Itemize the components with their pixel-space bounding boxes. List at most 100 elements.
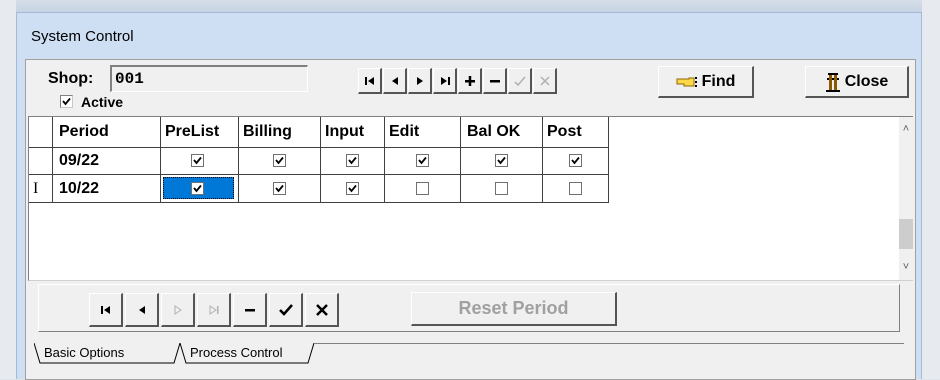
- row-period-cell[interactable]: 10/22: [53, 175, 161, 203]
- billing-checkbox[interactable]: [273, 154, 286, 167]
- check-icon: [348, 184, 357, 193]
- period-grid[interactable]: Period PreList Billing Input Edit Bal OK…: [28, 116, 913, 281]
- column-header-period[interactable]: Period: [53, 117, 161, 148]
- row-billing-cell[interactable]: [239, 175, 321, 203]
- prelist-checkbox[interactable]: [191, 154, 204, 167]
- delete-record-button[interactable]: [483, 68, 507, 94]
- row-billing-cell[interactable]: [239, 148, 321, 175]
- grid-corner: [29, 117, 53, 148]
- tab-process-control[interactable]: Process Control: [190, 343, 282, 364]
- first-period-button[interactable]: [89, 293, 123, 327]
- last-record-button[interactable]: [433, 68, 457, 94]
- next-record-icon: [416, 76, 423, 85]
- minus-icon: [244, 308, 255, 311]
- first-record-button[interactable]: [358, 68, 382, 94]
- scroll-up-icon[interactable]: ˄: [899, 121, 913, 137]
- post-edit-button[interactable]: [508, 68, 532, 94]
- window-title: System Control: [31, 28, 134, 45]
- edit-checkbox[interactable]: [416, 182, 429, 195]
- row-edit-cell[interactable]: [385, 148, 461, 175]
- last-record-disabled-icon: [209, 304, 218, 315]
- minus-icon: [489, 79, 500, 82]
- pointing-hand-icon: [676, 76, 697, 87]
- check-icon: [275, 184, 284, 193]
- tab-baseline: [314, 343, 904, 344]
- check-icon: [571, 156, 580, 165]
- cancel-disabled-icon: [539, 75, 550, 86]
- prior-record-icon: [391, 76, 398, 85]
- close-button[interactable]: Close: [805, 66, 909, 98]
- prior-period-button[interactable]: [125, 293, 159, 327]
- column-header-billing[interactable]: Billing: [239, 117, 321, 148]
- row-bal-ok-cell[interactable]: [461, 175, 543, 203]
- prior-record-icon: [138, 305, 145, 314]
- bal-ok-checkbox[interactable]: [495, 182, 508, 195]
- column-header-prelist[interactable]: PreList: [161, 117, 239, 148]
- plus-icon: [464, 75, 475, 86]
- column-header-edit[interactable]: Edit: [385, 117, 461, 148]
- row-edit-cell[interactable]: [385, 175, 461, 203]
- delete-period-button[interactable]: [233, 293, 267, 327]
- post-period-button[interactable]: [269, 293, 303, 327]
- row-post-cell[interactable]: [543, 148, 609, 175]
- shop-label: Shop:: [48, 70, 94, 87]
- close-x-icon: [315, 303, 328, 316]
- check-icon: [348, 156, 357, 165]
- active-checkbox-box[interactable]: [60, 95, 73, 108]
- checkmark-disabled-icon: [513, 76, 526, 86]
- row-prelist-cell-selected[interactable]: [161, 175, 239, 203]
- row-post-cell[interactable]: [543, 175, 609, 203]
- shop-input[interactable]: 001: [110, 65, 308, 92]
- active-label: Active: [81, 94, 124, 110]
- current-row-indicator: I: [29, 175, 53, 203]
- exit-door-icon: [825, 72, 840, 92]
- last-record-icon: [440, 76, 450, 85]
- input-checkbox[interactable]: [346, 154, 359, 167]
- find-label: Find: [701, 72, 736, 90]
- tab-basic-options[interactable]: Basic Options: [44, 343, 124, 364]
- system-control-window: System Control Shop: 001 Active Find Clo…: [16, 12, 922, 380]
- vertical-scrollbar[interactable]: ˄ ˅: [899, 117, 913, 280]
- column-header-input[interactable]: Input: [321, 117, 385, 148]
- row-input-cell[interactable]: [321, 148, 385, 175]
- prelist-checkbox[interactable]: [191, 182, 204, 195]
- find-button[interactable]: Find: [658, 66, 754, 98]
- row-input-cell[interactable]: [321, 175, 385, 203]
- cancel-period-button[interactable]: [305, 293, 339, 327]
- background-left: [0, 0, 16, 379]
- check-icon: [275, 156, 284, 165]
- last-period-button[interactable]: [197, 293, 231, 327]
- next-record-disabled-icon: [174, 304, 182, 315]
- column-header-bal-ok[interactable]: Bal OK: [461, 117, 543, 148]
- checkmark-icon: [278, 303, 293, 316]
- check-icon: [497, 156, 506, 165]
- reset-period-button[interactable]: Reset Period: [411, 292, 617, 326]
- input-checkbox[interactable]: [346, 182, 359, 195]
- check-icon: [193, 156, 202, 165]
- edit-checkbox[interactable]: [416, 154, 429, 167]
- billing-checkbox[interactable]: [273, 182, 286, 195]
- column-header-post[interactable]: Post: [543, 117, 609, 148]
- first-record-icon: [364, 76, 374, 85]
- row-bal-ok-cell[interactable]: [461, 148, 543, 175]
- first-record-icon: [100, 305, 110, 314]
- check-icon: [418, 156, 427, 165]
- insert-record-button[interactable]: [458, 68, 482, 94]
- scroll-down-icon[interactable]: ˅: [899, 259, 913, 275]
- cancel-edit-button[interactable]: [533, 68, 557, 94]
- background-top: [0, 0, 940, 12]
- prior-record-button[interactable]: [383, 68, 407, 94]
- check-icon: [62, 97, 71, 106]
- bal-ok-checkbox[interactable]: [495, 154, 508, 167]
- post-checkbox[interactable]: [569, 182, 582, 195]
- next-period-button[interactable]: [161, 293, 195, 327]
- scroll-thumb[interactable]: [899, 219, 913, 249]
- row-indicator: [29, 148, 53, 175]
- row-prelist-cell[interactable]: [161, 148, 239, 175]
- tab-strip: Basic Options Process Control: [34, 343, 904, 365]
- bottom-toolbar: Reset Period: [38, 284, 900, 332]
- post-checkbox[interactable]: [569, 154, 582, 167]
- row-period-cell[interactable]: 09/22: [53, 148, 161, 175]
- main-panel: Shop: 001 Active Find Close Period PreLi…: [25, 59, 916, 380]
- next-record-button[interactable]: [408, 68, 432, 94]
